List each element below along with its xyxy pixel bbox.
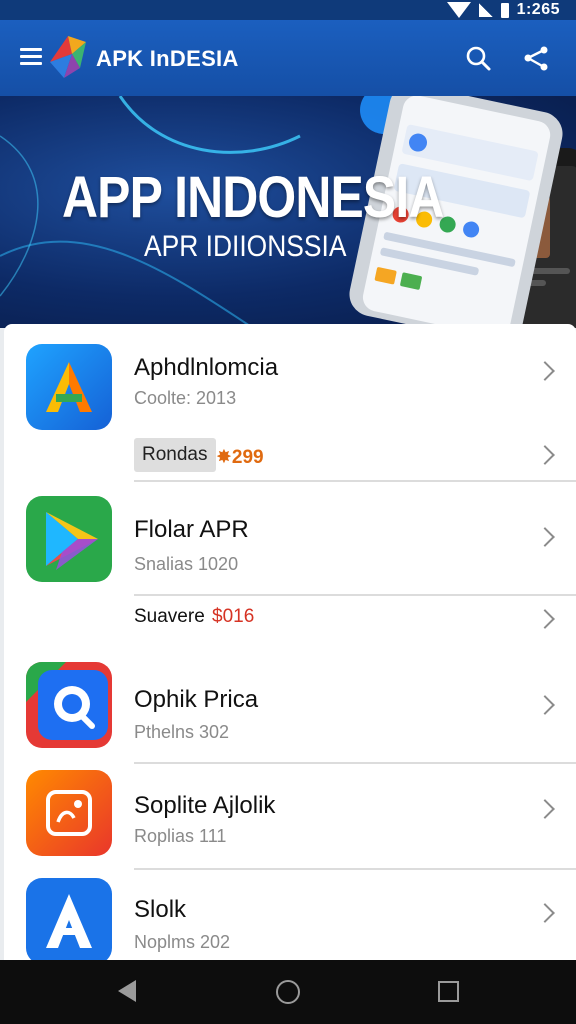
tag-price: ✸299 bbox=[216, 446, 264, 469]
recent-apps-icon[interactable] bbox=[438, 981, 459, 1002]
app-icon-store bbox=[26, 878, 112, 960]
chevron-right-icon bbox=[535, 527, 555, 547]
app-name: Ophik Prica bbox=[134, 686, 259, 713]
app-name: Slolk bbox=[134, 896, 187, 923]
hero-banner[interactable]: APP INDONESIA APR IDIIONSSIA bbox=[0, 96, 576, 328]
price-label: Suavere bbox=[134, 606, 205, 627]
list-item[interactable]: Ophik Prica Pthelns 302 bbox=[4, 640, 576, 764]
status-icons: 1:265 bbox=[446, 0, 560, 20]
app-subtitle: Roplias 111 bbox=[134, 826, 227, 846]
share-icon[interactable] bbox=[520, 42, 552, 74]
system-nav-bar bbox=[0, 960, 576, 1024]
back-icon[interactable] bbox=[118, 980, 136, 1002]
list-item[interactable]: Flolar APR Snalias 1020 bbox=[4, 482, 576, 596]
price-row[interactable]: Suavere $016 bbox=[4, 596, 576, 640]
battery-icon bbox=[500, 2, 509, 18]
banner-title: APP INDONESIA bbox=[62, 165, 444, 230]
chevron-right-icon bbox=[535, 799, 555, 819]
status-bar: 1:265 bbox=[0, 0, 576, 20]
list-item[interactable]: Slolk Noplms 202 bbox=[4, 870, 576, 960]
app-list: Aphdlnlomcia Coolte: 2013 Rondas ✸299 Fl… bbox=[4, 324, 576, 960]
app-name: Flolar APR bbox=[134, 516, 249, 543]
gear-icon: ✸ bbox=[216, 447, 232, 468]
app-title: APK InDESIA bbox=[96, 46, 239, 71]
search-icon[interactable] bbox=[462, 42, 494, 74]
chevron-right-icon bbox=[535, 361, 555, 381]
app-bar: APK InDESIA bbox=[0, 20, 576, 96]
wifi-icon bbox=[446, 2, 471, 18]
banner-subtitle: APR IDIIONSSIA bbox=[144, 230, 347, 263]
app-icon-play bbox=[26, 496, 112, 582]
tag-price-value: 299 bbox=[231, 447, 264, 468]
chevron-right-icon bbox=[535, 445, 555, 465]
app-subtitle: Noplms 202 bbox=[134, 932, 231, 952]
list-item[interactable]: Soplite Ajlolik Roplias 111 bbox=[4, 764, 576, 870]
chevron-right-icon bbox=[535, 903, 555, 923]
chevron-right-icon bbox=[535, 695, 555, 715]
chevron-right-icon bbox=[535, 609, 555, 629]
category-tag: Rondas bbox=[134, 438, 216, 472]
app-subtitle: Pthelns 302 bbox=[134, 722, 230, 742]
app-icon-a bbox=[26, 344, 112, 430]
home-icon[interactable] bbox=[276, 980, 300, 1004]
app-icon-search bbox=[26, 662, 112, 748]
status-time: 1:265 bbox=[516, 1, 560, 18]
apk-logo-icon bbox=[50, 36, 86, 78]
list-item[interactable]: Aphdlnlomcia Coolte: 2013 Rondas ✸299 bbox=[4, 324, 576, 482]
signal-icon bbox=[478, 3, 493, 17]
price-value: $016 bbox=[212, 606, 255, 627]
menu-icon[interactable] bbox=[20, 48, 42, 68]
app-name: Soplite Ajlolik bbox=[134, 792, 276, 819]
app-name: Aphdlnlomcia bbox=[134, 354, 279, 381]
app-subtitle: Coolte: 2013 bbox=[134, 388, 237, 408]
app-icon-photo bbox=[26, 770, 112, 856]
app-subtitle: Snalias 1020 bbox=[134, 554, 239, 574]
